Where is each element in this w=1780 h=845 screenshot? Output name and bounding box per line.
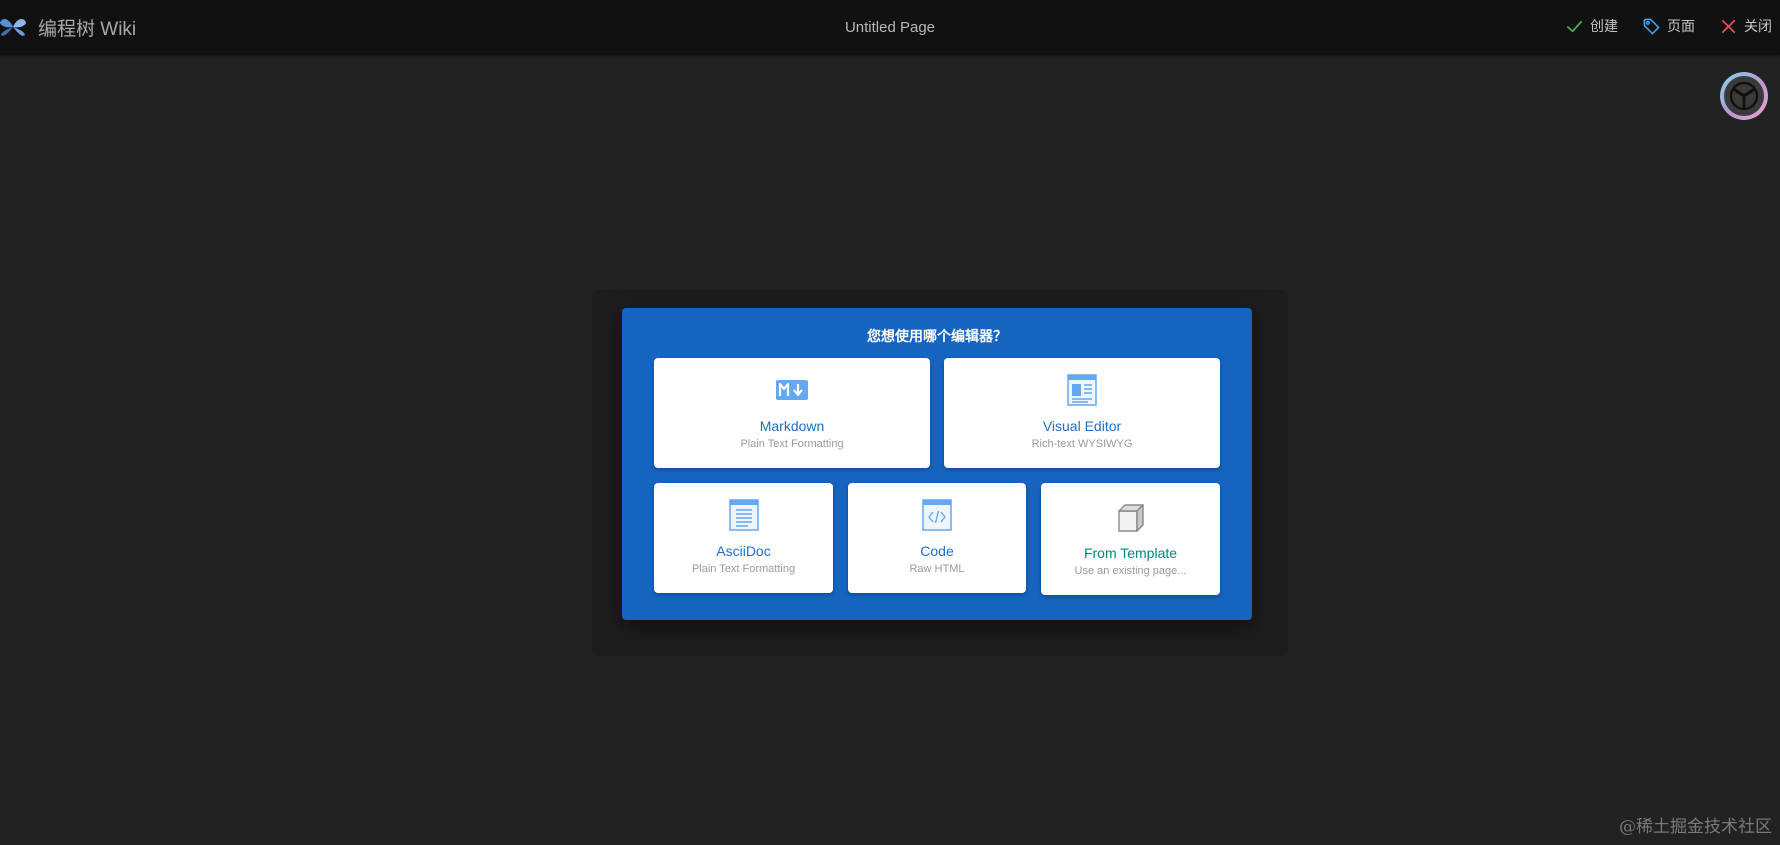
visual-editor-icon: [1067, 374, 1097, 406]
editor-description: Raw HTML: [909, 563, 965, 575]
editor-card-visual-editor[interactable]: Visual Editor Rich-text WYSIWYG: [944, 358, 1220, 468]
editor-card-code[interactable]: Code Raw HTML: [848, 483, 1026, 593]
editor-card-markdown[interactable]: Markdown Plain Text Formatting: [654, 358, 930, 468]
editor-name: From Template: [1083, 545, 1178, 561]
editor-card-asciidoc[interactable]: AsciiDoc Plain Text Formatting: [654, 483, 833, 593]
dialog-title: 您想使用哪个编辑器？: [867, 328, 1007, 344]
watermark: @稀土掘金技术社区: [1619, 817, 1772, 837]
editor-name: Code: [920, 543, 954, 559]
markdown-icon: [776, 380, 808, 400]
close-button[interactable]: 关闭: [1719, 16, 1772, 36]
editor-card-from-template[interactable]: From Template Use an existing page...: [1041, 483, 1220, 595]
editor-name: AsciiDoc: [716, 543, 771, 559]
create-button-label: 创建: [1590, 18, 1618, 34]
close-icon: [1721, 19, 1736, 33]
editor-description: Use an existing page...: [1074, 565, 1187, 577]
robot-logo-icon: [1729, 81, 1759, 111]
check-icon: [1566, 20, 1583, 32]
editor-description: Plain Text Formatting: [691, 563, 796, 575]
top-bar: 编程树 Wiki Untitled Page 创建 页面 关闭: [0, 0, 1780, 55]
editor-name: Markdown: [759, 418, 825, 434]
editor-description: Plain Text Formatting: [740, 438, 844, 450]
page-properties-button-label: 页面: [1667, 18, 1695, 34]
header-actions: 创建 页面 关闭: [1541, 16, 1772, 36]
page-title: Untitled Page: [844, 19, 936, 36]
asciidoc-icon: [728, 499, 759, 531]
close-button-label: 关闭: [1744, 18, 1772, 34]
create-button[interactable]: 创建: [1565, 16, 1618, 36]
page-properties-button[interactable]: 页面: [1642, 16, 1695, 36]
editor-select-dialog: 您想使用哪个编辑器？ Markdown Plain Text Formattin…: [622, 308, 1252, 620]
code-icon: [922, 499, 952, 531]
assistant-avatar[interactable]: [1720, 72, 1768, 120]
cube-icon: [1117, 504, 1144, 532]
editor-description: Rich-text WYSIWYG: [1031, 438, 1133, 450]
editor-name: Visual Editor: [1042, 418, 1122, 434]
tag-icon: [1643, 18, 1660, 34]
